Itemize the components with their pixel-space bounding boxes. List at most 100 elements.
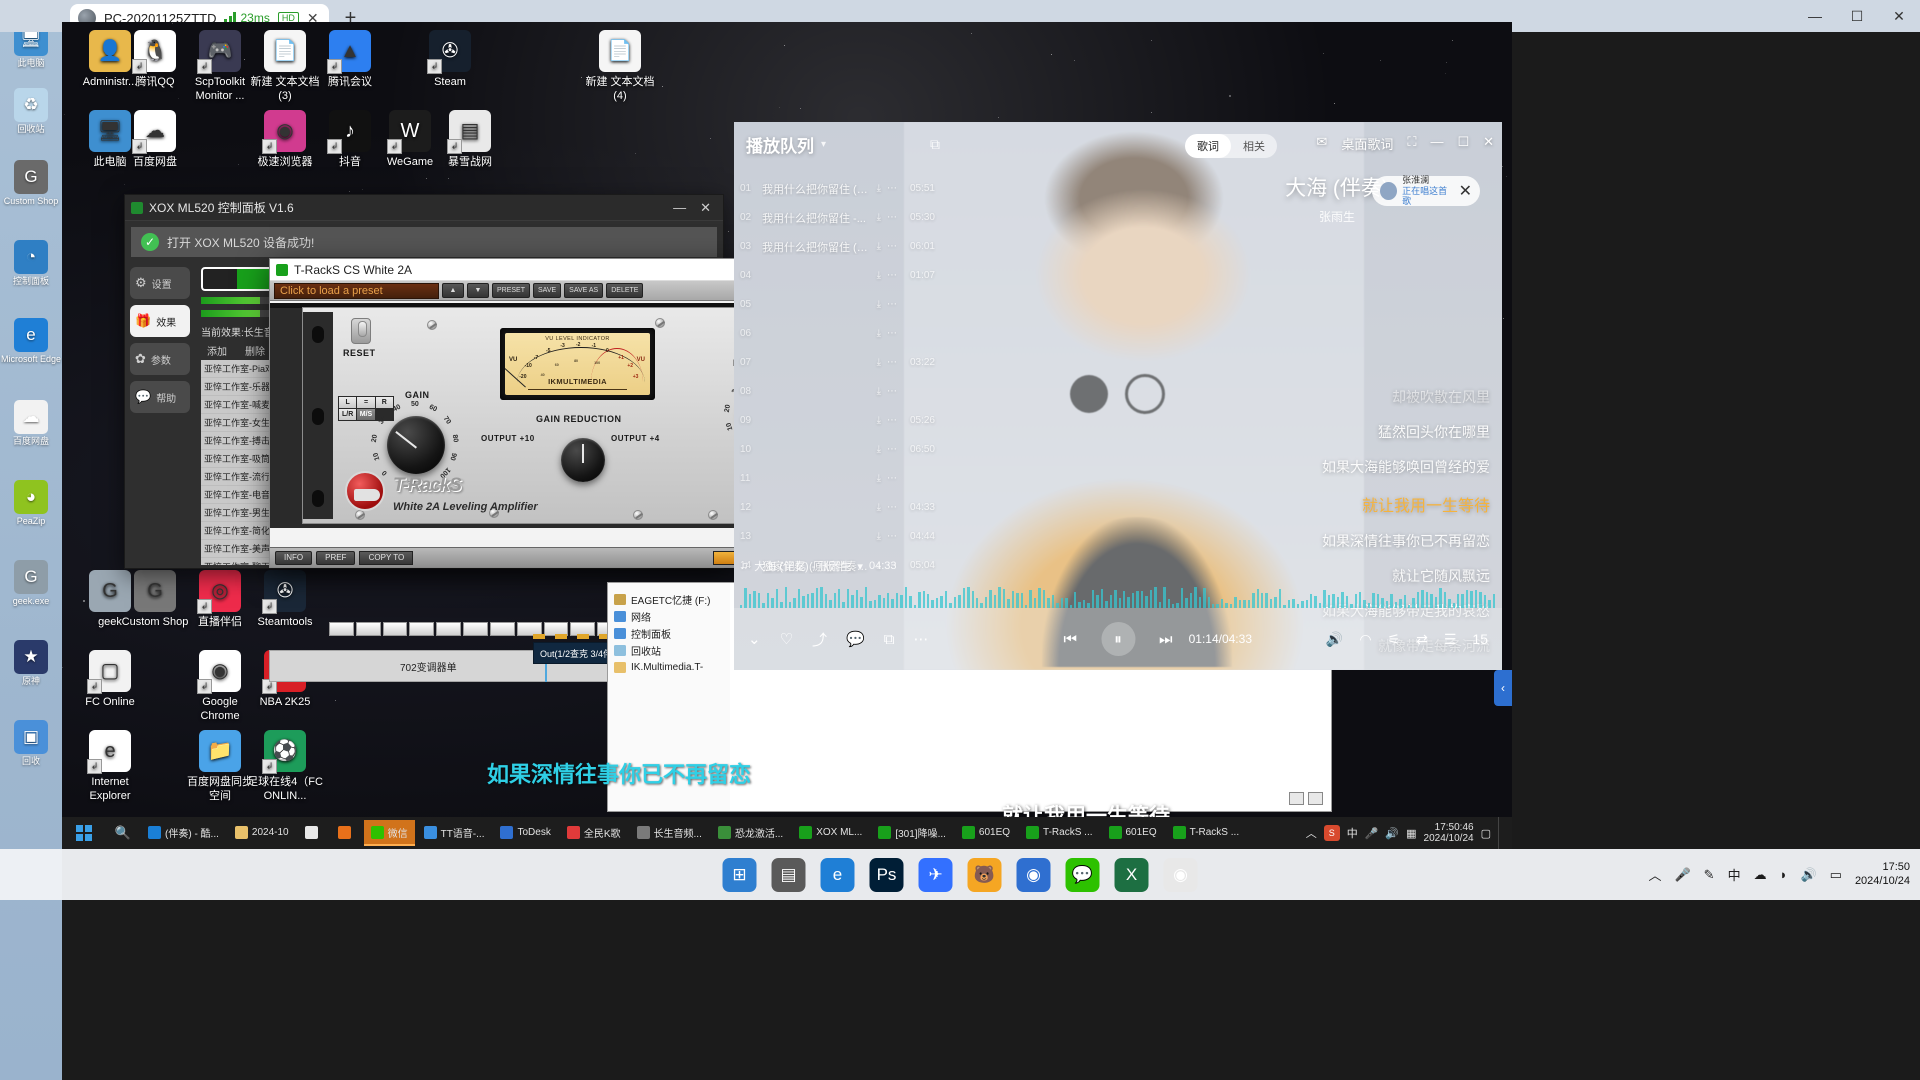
more-icon[interactable]: ⋯ [887, 183, 897, 194]
pref-button[interactable]: PREF [316, 550, 356, 565]
chevron-down-icon[interactable]: ▾ [821, 139, 826, 150]
queue-item[interactable]: 09 ⤓ ⋯ 05:26 [740, 406, 935, 435]
host-icon-control-panel-icon[interactable]: ◔ 控制面板 [0, 240, 62, 286]
channel-mode-selector[interactable]: L = R L/R M/S [338, 396, 394, 421]
xox-add-button[interactable]: 添加 [207, 343, 227, 358]
singer-chip-close-icon[interactable]: ✕ [1459, 181, 1472, 201]
xox-nav-settings-icon[interactable]: ⚙ 设置 [130, 267, 190, 299]
more-icon[interactable]: ⋯ [887, 444, 897, 455]
download-icon[interactable]: ⤓ [877, 212, 881, 223]
queue-item[interactable]: 02 我用什么把你留住 -... ⤓ ⋯ 05:30 [740, 203, 935, 232]
explorer-tree-item[interactable]: 回收站 [614, 642, 724, 659]
more-icon[interactable]: ⋯ [887, 212, 897, 223]
taskbar-item-firefox-icon[interactable] [331, 820, 362, 846]
favorite-icon[interactable]: ♡ [780, 630, 793, 648]
details-view-icon[interactable] [1289, 792, 1304, 805]
host-taskbar-bear-app-icon[interactable]: 🐻 [967, 857, 1002, 892]
preset-btn-▲[interactable]: ▲ [442, 283, 464, 298]
open-in-new-icon[interactable]: ⧉ [884, 631, 895, 648]
player-tab-related[interactable]: 相关 [1231, 134, 1277, 158]
explorer-tree-item[interactable]: EAGETC忆捷 (F:) [614, 591, 724, 608]
taskbar-item-vst-icon[interactable]: T-RackS ... [1019, 820, 1099, 846]
download-icon[interactable]: ⤓ [877, 473, 881, 484]
download-icon[interactable]: ⤓ [877, 270, 881, 281]
queue-item[interactable]: 08 ⤓ ⋯ [740, 377, 935, 406]
more-icon[interactable]: ⋯ [887, 328, 897, 339]
desktop-icon-battlenet-icon[interactable]: ▤ 暴雪战网 [432, 110, 508, 170]
previous-track-button[interactable]: ⏮ [1063, 631, 1077, 648]
ime-language-indicator[interactable]: 中 [1347, 825, 1358, 841]
host-taskbar-todesk-icon[interactable]: ◉ [1016, 857, 1051, 892]
gain-knob[interactable] [387, 416, 445, 474]
minimize-button[interactable]: — [1794, 0, 1836, 32]
comment-icon[interactable]: 💬 [846, 630, 865, 648]
microphone-icon[interactable]: 🎤 [1365, 827, 1379, 840]
desktop-lyrics-button[interactable]: 桌面歌词 [1341, 134, 1393, 153]
download-icon[interactable]: ⤓ [877, 241, 881, 252]
explorer-tree-item[interactable]: 网络 [614, 608, 724, 625]
volume-icon[interactable]: 🔊 [1800, 867, 1816, 883]
current-singer-chip[interactable]: 张淮澜 正在唱这首歌 ✕ [1372, 175, 1480, 206]
maximize-button[interactable]: ☐ [1836, 0, 1878, 32]
queue-item[interactable]: 01 我用什么把你留住 (Live) ⤓ ⋯ 05:51 [740, 174, 935, 203]
host-icon-folder-icon[interactable]: ▣ 回收 [0, 720, 62, 766]
repeat-icon[interactable]: ⇄ [1416, 631, 1428, 648]
pen-icon[interactable]: ✎ [1704, 867, 1715, 883]
desktop-icon-baidu-netdisk-icon[interactable]: ☁ 百度网盘 [117, 110, 193, 170]
start-button[interactable] [62, 817, 106, 849]
taskbar-item-vst-icon[interactable]: [301]降噪... [871, 820, 953, 846]
desktop-icon-steamtools-icon[interactable]: ✇Steamtools [247, 570, 323, 630]
host-icon-geek-uninstaller-icon[interactable]: Ggeek.exe [0, 560, 62, 606]
preset-btn-save[interactable]: SAVE [533, 283, 562, 298]
queue-item[interactable]: 12 ⤓ ⋯ 04:33 [740, 493, 935, 522]
host-icon-baidu-netdisk-icon[interactable]: ☁ 百度网盘 [0, 400, 62, 446]
download-icon[interactable]: ⤓ [877, 183, 881, 194]
info-button[interactable]: INFO [275, 550, 313, 565]
queue-item[interactable]: 05 ⤓ ⋯ [740, 290, 935, 319]
effects-icon[interactable]: ◠ [1359, 631, 1371, 648]
host-taskbar-chrome-icon[interactable]: ◉ [1163, 857, 1198, 892]
host-taskbar-excel-icon[interactable]: X [1114, 857, 1149, 892]
tray-overflow-icon[interactable]: ︿ [1306, 825, 1317, 841]
microphone-icon[interactable]: 🎤 [1674, 867, 1690, 883]
player-maximize-button[interactable]: ☐ [1457, 134, 1469, 153]
taskbar-item-todesk-icon[interactable]: ToDesk [493, 820, 557, 846]
fullscreen-icon[interactable]: ⛶ [1407, 134, 1416, 153]
next-track-button[interactable]: ⏭ [1159, 631, 1173, 648]
equalizer-icon[interactable]: ⚟ [1388, 631, 1401, 648]
download-icon[interactable]: ⤓ [877, 531, 881, 542]
taskbar-item-vst-icon[interactable]: 601EQ [1102, 820, 1164, 846]
taskbar-clock[interactable]: 17:50:46 2024/10/24 [1424, 822, 1474, 845]
channel-mode-l[interactable]: L [339, 397, 357, 408]
preset-btn-preset[interactable]: PRESET [492, 283, 531, 298]
queue-item[interactable]: 13 ⤓ ⋯ 04:44 [740, 522, 935, 551]
mail-icon[interactable]: ✉ [1316, 134, 1327, 153]
piano-key[interactable] [382, 622, 408, 636]
download-icon[interactable]: ⤓ [877, 299, 881, 310]
xox-nav-parameters-icon[interactable]: ✿ 参数 [130, 343, 190, 375]
piano-key[interactable] [489, 622, 515, 636]
host-icon-recycle-bin-icon[interactable]: ♻ 回收站 [0, 88, 62, 134]
host-taskbar-edge-icon[interactable]: e [820, 857, 855, 892]
host-icon-peazip-icon[interactable]: ◕ PeaZip [0, 480, 62, 526]
queue-item[interactable]: 10 ⤓ ⋯ 06:50 [740, 435, 935, 464]
taskbar-item-audio-app-icon[interactable]: 长生音频... [630, 820, 709, 846]
host-taskbar-photoshop-icon[interactable]: Ps [869, 857, 904, 892]
more-icon[interactable]: ⋯ [887, 386, 897, 397]
taskbar-item-dino-icon[interactable]: 恐龙激活... [711, 820, 790, 846]
queue-item[interactable]: 11 ⤓ ⋯ [740, 464, 935, 493]
ime-language-indicator[interactable]: 中 [1728, 865, 1741, 884]
taskbar-item-chrome-icon[interactable] [298, 820, 329, 846]
search-icon[interactable]: 🔍 [106, 825, 140, 841]
channel-mode-=[interactable]: = [357, 397, 375, 408]
play-queue-list[interactable]: 01 我用什么把你留住 (Live) ⤓ ⋯ 05:51 02 我用什么把你留住 -... ⤓… [740, 174, 935, 580]
desktop-icon-steam-icon[interactable]: ✇ Steam [412, 30, 488, 90]
taskbar-item-xox-icon[interactable]: XOX ML... [792, 820, 869, 846]
xox-power-toggle[interactable] [201, 267, 279, 291]
preset-field[interactable]: Click to load a preset [274, 282, 439, 299]
open-external-icon[interactable]: ⧉ [930, 136, 940, 153]
explorer-tree-item[interactable]: IK.Multimedia.T- [614, 659, 724, 676]
reset-toggle[interactable] [351, 318, 371, 344]
xox-close-button[interactable]: ✕ [700, 200, 711, 216]
more-icon[interactable]: ⋯ [887, 299, 897, 310]
